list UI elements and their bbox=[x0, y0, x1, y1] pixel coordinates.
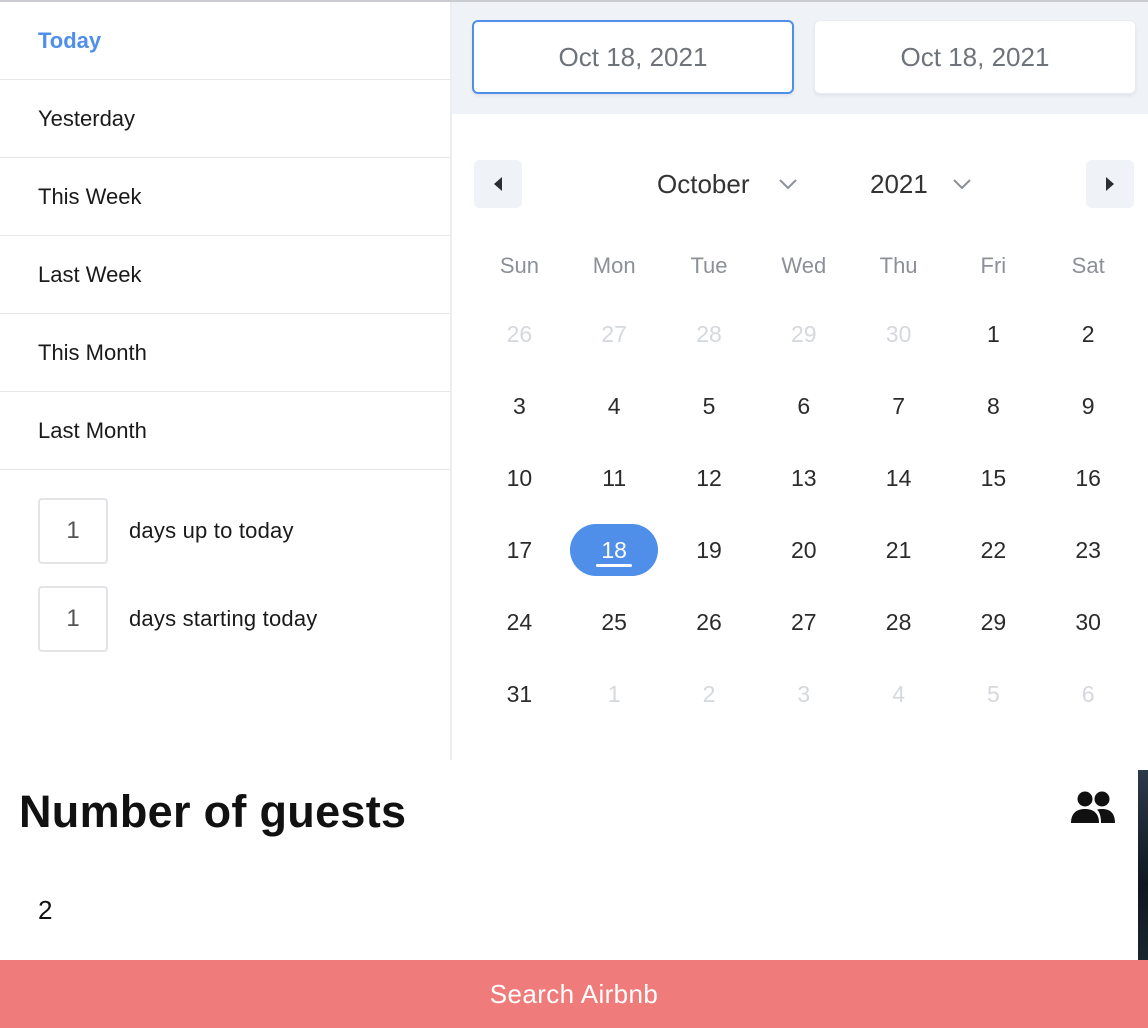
calendar-day[interactable]: 12 bbox=[662, 442, 757, 514]
calendar-day[interactable]: 5 bbox=[662, 370, 757, 442]
calendar-day-outside-month[interactable]: 5 bbox=[946, 658, 1041, 730]
end-date-input[interactable]: Oct 18, 2021 bbox=[814, 20, 1136, 94]
calendar-day[interactable]: 22 bbox=[946, 514, 1041, 586]
guests-value[interactable]: 2 bbox=[38, 895, 52, 926]
background-image-edge bbox=[1138, 770, 1148, 960]
calendar-day-selected[interactable]: 18 bbox=[567, 514, 662, 586]
search-button[interactable]: Search Airbnb bbox=[0, 960, 1148, 1028]
weekday-label: Thu bbox=[879, 253, 918, 278]
range-option-this-week[interactable]: This Week bbox=[0, 158, 450, 236]
date-inputs-bar: Oct 18, 2021 Oct 18, 2021 bbox=[452, 2, 1148, 114]
year-select-value: 2021 bbox=[870, 168, 928, 199]
days-starting-today-row: 1 days starting today bbox=[38, 586, 317, 652]
people-icon bbox=[1070, 790, 1116, 829]
calendar-day[interactable]: 4 bbox=[567, 370, 662, 442]
calendar-day[interactable]: 9 bbox=[1041, 370, 1136, 442]
month-select-value: October bbox=[657, 168, 750, 199]
calendar-day[interactable]: 26 bbox=[662, 586, 757, 658]
calendar-day[interactable]: 16 bbox=[1041, 442, 1136, 514]
chevron-down-icon bbox=[952, 178, 972, 190]
calendar-day[interactable]: 11 bbox=[567, 442, 662, 514]
calendar-day[interactable]: 28 bbox=[851, 586, 946, 658]
calendar-day-outside-month[interactable]: 29 bbox=[756, 298, 851, 370]
guests-section: Number of guests 2 bbox=[0, 760, 1138, 960]
calendar-day[interactable]: 1 bbox=[946, 298, 1041, 370]
weekday-label: Sun bbox=[499, 253, 539, 278]
calendar-day[interactable]: 23 bbox=[1041, 514, 1136, 586]
year-select[interactable]: 2021 bbox=[870, 160, 972, 208]
calendar-day[interactable]: 21 bbox=[851, 514, 946, 586]
calendar-day[interactable]: 29 bbox=[946, 586, 1041, 658]
weekday-label: Sat bbox=[1071, 253, 1105, 278]
calendar-day[interactable]: 2 bbox=[1041, 298, 1136, 370]
calendar-day-outside-month[interactable]: 27 bbox=[567, 298, 662, 370]
caret-left-icon bbox=[494, 177, 502, 191]
calendar-day[interactable]: 14 bbox=[851, 442, 946, 514]
calendar-day[interactable]: 30 bbox=[1041, 586, 1136, 658]
calendar-day-outside-month[interactable]: 28 bbox=[662, 298, 757, 370]
weekday-label: Tue bbox=[690, 253, 728, 278]
preset-list: Today Yesterday This Week Last Week This Mon… bbox=[0, 2, 450, 470]
calendar-day[interactable]: 27 bbox=[756, 586, 851, 658]
month-select[interactable]: October bbox=[657, 160, 798, 208]
calendar-day[interactable]: 8 bbox=[946, 370, 1041, 442]
range-option-last-month[interactable]: Last Month bbox=[0, 392, 450, 470]
next-month-button[interactable] bbox=[1086, 160, 1134, 208]
calendar-day[interactable]: 7 bbox=[851, 370, 946, 442]
selected-day-label: 18 bbox=[570, 524, 659, 576]
calendar-day-outside-month[interactable]: 1 bbox=[567, 658, 662, 730]
calendar-day[interactable]: 24 bbox=[472, 586, 567, 658]
calendar-day[interactable]: 25 bbox=[567, 586, 662, 658]
range-option-this-month[interactable]: This Month bbox=[0, 314, 450, 392]
calendar-day-outside-month[interactable]: 26 bbox=[472, 298, 567, 370]
calendar-day[interactable]: 31 bbox=[472, 658, 567, 730]
start-date-input[interactable]: Oct 18, 2021 bbox=[472, 20, 794, 94]
days-up-to-today-input[interactable]: 1 bbox=[38, 498, 108, 564]
calendar-day-outside-month[interactable]: 2 bbox=[662, 658, 757, 730]
calendar-day[interactable]: 6 bbox=[756, 370, 851, 442]
weekday-label: Mon bbox=[592, 253, 636, 278]
days-up-to-today-label: days up to today bbox=[129, 518, 294, 543]
calendar-day[interactable]: 17 bbox=[472, 514, 567, 586]
calendar-day-outside-month[interactable]: 6 bbox=[1041, 658, 1136, 730]
calendar-day[interactable]: 3 bbox=[472, 370, 567, 442]
previous-month-button[interactable] bbox=[474, 160, 522, 208]
day-grid: 26 27 28 29 30 1 2 3 4 5 6 7 8 9 10 11 12 13 14 15 16 17 18 19 2… bbox=[472, 298, 1144, 730]
days-up-to-today-row: 1 days up to today bbox=[38, 498, 294, 564]
calendar-day[interactable]: 10 bbox=[472, 442, 567, 514]
weekday-label: Wed bbox=[781, 253, 827, 278]
weekday-header: Sun Mon Tue Wed Thu Fri Sat bbox=[472, 242, 1144, 290]
guests-title: Number of guests bbox=[19, 786, 407, 837]
range-option-yesterday[interactable]: Yesterday bbox=[0, 80, 450, 158]
calendar-day[interactable]: 13 bbox=[756, 442, 851, 514]
calendar-day[interactable]: 20 bbox=[756, 514, 851, 586]
days-starting-today-label: days starting today bbox=[129, 606, 318, 631]
calendar-day-outside-month[interactable]: 30 bbox=[851, 298, 946, 370]
date-range-presets: Today Yesterday This Week Last Week This Mon… bbox=[0, 2, 450, 760]
calendar-day-outside-month[interactable]: 4 bbox=[851, 658, 946, 730]
weekday-label: Fri bbox=[980, 253, 1007, 278]
range-option-last-week[interactable]: Last Week bbox=[0, 236, 450, 314]
calendar-day-outside-month[interactable]: 3 bbox=[756, 658, 851, 730]
calendar-day[interactable]: 19 bbox=[662, 514, 757, 586]
caret-right-icon bbox=[1106, 177, 1114, 191]
range-option-today[interactable]: Today bbox=[0, 2, 450, 80]
calendar-panel: Oct 18, 2021 Oct 18, 2021 October 2021 S… bbox=[452, 2, 1148, 760]
calendar-day[interactable]: 15 bbox=[946, 442, 1041, 514]
days-starting-today-input[interactable]: 1 bbox=[38, 586, 108, 652]
chevron-down-icon bbox=[778, 178, 798, 190]
